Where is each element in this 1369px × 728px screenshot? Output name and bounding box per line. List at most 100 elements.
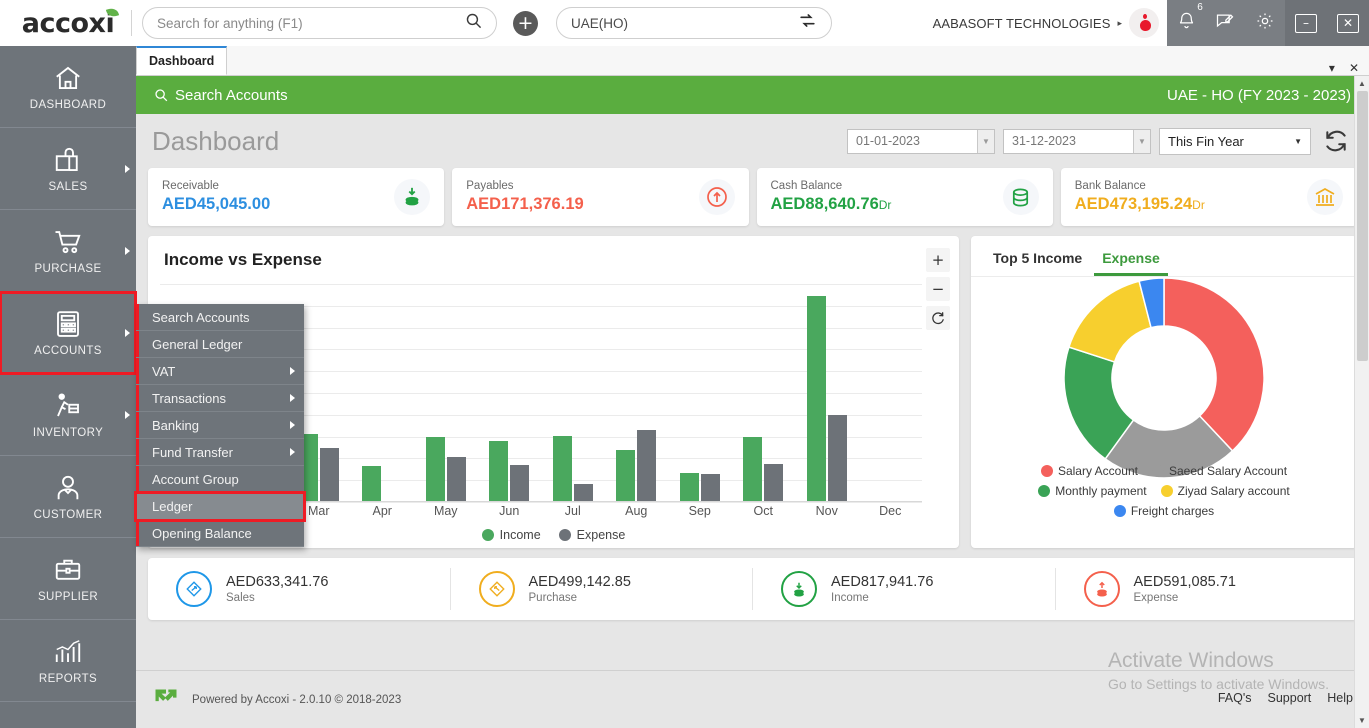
date-from-field[interactable]: 01-01-2023 ▼ [847, 129, 995, 154]
bar-income[interactable] [489, 441, 508, 501]
kpi-card-cash-balance[interactable]: Cash Balance AED88,640.76Dr [757, 168, 1053, 226]
bar-group[interactable] [426, 283, 466, 501]
sidebar-item-supplier[interactable]: SUPPLIER [0, 538, 136, 620]
menu-item-search-accounts[interactable]: Search Accounts [136, 304, 304, 331]
bar-group[interactable] [489, 283, 529, 501]
reset-icon[interactable] [926, 306, 950, 330]
donut-slice[interactable] [1069, 281, 1151, 362]
legend-item[interactable]: Monthly payment [1038, 484, 1146, 498]
minimize-button[interactable]: – [1295, 14, 1317, 33]
legend-item[interactable]: Expense [559, 528, 626, 542]
settings-button[interactable] [1255, 11, 1275, 36]
zoom-out-button[interactable]: − [926, 277, 950, 301]
bar-income[interactable] [362, 466, 381, 501]
donut-slice[interactable] [1164, 278, 1264, 451]
sidebar-item-purchase[interactable]: PURCHASE [0, 210, 136, 292]
refresh-button[interactable] [1319, 128, 1353, 154]
summary-item-expense[interactable]: AED591,085.71 Expense [1056, 568, 1358, 610]
summary-item-income[interactable]: AED817,941.76 Income [753, 568, 1056, 610]
menu-item-opening-balance[interactable]: Opening Balance [136, 520, 304, 547]
search-icon[interactable] [465, 12, 482, 34]
footer-link-support[interactable]: Support [1268, 691, 1312, 705]
switch-branch-icon[interactable] [798, 11, 817, 35]
bank-glyph [1313, 185, 1337, 209]
expense-coins-icon [1084, 571, 1120, 607]
summary-item-purchase[interactable]: AED499,142.85 Purchase [451, 568, 754, 610]
bar-group[interactable] [616, 283, 656, 501]
bar-income[interactable] [553, 436, 572, 501]
search-accounts-link[interactable]: Search Accounts [154, 87, 288, 104]
sidebar-item-inventory[interactable]: INVENTORY [0, 374, 136, 456]
menu-item-banking[interactable]: Banking [136, 412, 304, 439]
legend-item[interactable]: Income [482, 528, 541, 542]
summary-item-sales[interactable]: AED633,341.76 Sales [148, 568, 451, 610]
bar-income[interactable] [680, 473, 699, 501]
calendar-dropdown-icon[interactable]: ▼ [1133, 130, 1150, 153]
legend-item[interactable]: Saeed Salary Account [1152, 464, 1287, 478]
tab-close-icon[interactable]: ✕ [1349, 61, 1359, 75]
bar-income[interactable] [743, 437, 762, 501]
add-button[interactable]: + [513, 11, 538, 36]
date-to-field[interactable]: 31-12-2023 ▼ [1003, 129, 1151, 154]
bar-group[interactable] [870, 283, 910, 501]
scroll-down-icon[interactable]: ▼ [1355, 713, 1369, 728]
scroll-up-icon[interactable]: ▲ [1355, 76, 1369, 91]
bar-expense[interactable] [574, 484, 593, 501]
sidebar-item-customer[interactable]: CUSTOMER [0, 456, 136, 538]
notifications-button[interactable]: 6 [1177, 11, 1196, 35]
kpi-card-bank-balance[interactable]: Bank Balance AED473,195.24Dr [1061, 168, 1357, 226]
zoom-in-button[interactable]: + [926, 248, 950, 272]
bar-income[interactable] [616, 450, 635, 501]
kpi-card-receivable[interactable]: Receivable AED45,045.00 [148, 168, 444, 226]
footer-link-help[interactable]: Help [1327, 691, 1353, 705]
legend-item[interactable]: Ziyad Salary account [1161, 484, 1290, 498]
bar-income[interactable] [426, 437, 445, 501]
sidebar-item-reports[interactable]: REPORTS [0, 620, 136, 702]
period-select[interactable]: This Fin Year ▼ [1159, 128, 1311, 155]
sidebar-item-dashboard[interactable]: DASHBOARD [0, 46, 136, 128]
bar-expense[interactable] [510, 465, 529, 501]
tab-dashboard[interactable]: Dashboard [136, 46, 227, 75]
expense-donut-chart[interactable] [1060, 274, 1268, 482]
vertical-scrollbar[interactable]: ▲ ▼ [1354, 76, 1369, 728]
avatar[interactable] [1129, 8, 1159, 38]
menu-item-ledger[interactable]: Ledger [136, 493, 304, 520]
close-button[interactable]: ✕ [1337, 14, 1359, 33]
legend-item[interactable]: Salary Account [1041, 464, 1138, 478]
bar-group[interactable] [299, 283, 339, 501]
menu-item-account-group[interactable]: Account Group [136, 466, 304, 493]
tab-top-5-income[interactable]: Top 5 Income [985, 248, 1090, 276]
tab-list-dropdown-icon[interactable]: ▾ [1329, 61, 1335, 75]
bar-expense[interactable] [320, 448, 339, 501]
scrollbar-thumb[interactable] [1357, 91, 1368, 361]
legend-item[interactable]: Freight charges [1114, 504, 1214, 518]
search-input[interactable] [157, 16, 465, 31]
menu-item-fund-transfer[interactable]: Fund Transfer [136, 439, 304, 466]
menu-item-transactions[interactable]: Transactions [136, 385, 304, 412]
bar-group[interactable] [807, 283, 847, 501]
bar-income[interactable] [807, 296, 826, 501]
messages-button[interactable] [1215, 11, 1235, 36]
menu-item-vat[interactable]: VAT [136, 358, 304, 385]
bar-group[interactable] [680, 283, 720, 501]
kpi-card-payables[interactable]: Payables AED171,376.19 [452, 168, 748, 226]
bar-group[interactable] [743, 283, 783, 501]
bar-expense[interactable] [637, 430, 656, 501]
bar-expense[interactable] [701, 474, 720, 501]
sidebar-item-accounts[interactable]: ACCOUNTS [0, 292, 136, 374]
calendar-dropdown-icon[interactable]: ▼ [977, 130, 994, 153]
global-search[interactable] [142, 7, 497, 39]
legend-swatch [1038, 485, 1050, 497]
bar-group[interactable] [362, 283, 402, 501]
branch-selector[interactable]: UAE(HO) [556, 7, 832, 39]
tab-expense[interactable]: Expense [1094, 248, 1168, 276]
chevron-down-icon[interactable]: ▼ [1294, 137, 1302, 146]
menu-item-general-ledger[interactable]: General Ledger [136, 331, 304, 358]
footer-link-faqs[interactable]: FAQ's [1218, 691, 1252, 705]
company-selector[interactable]: AABASOFT TECHNOLOGIES ▸ [933, 8, 1167, 38]
bar-expense[interactable] [764, 464, 783, 501]
bar-group[interactable] [553, 283, 593, 501]
bar-expense[interactable] [828, 415, 847, 501]
bar-expense[interactable] [447, 457, 466, 501]
sidebar-item-sales[interactable]: SALES [0, 128, 136, 210]
